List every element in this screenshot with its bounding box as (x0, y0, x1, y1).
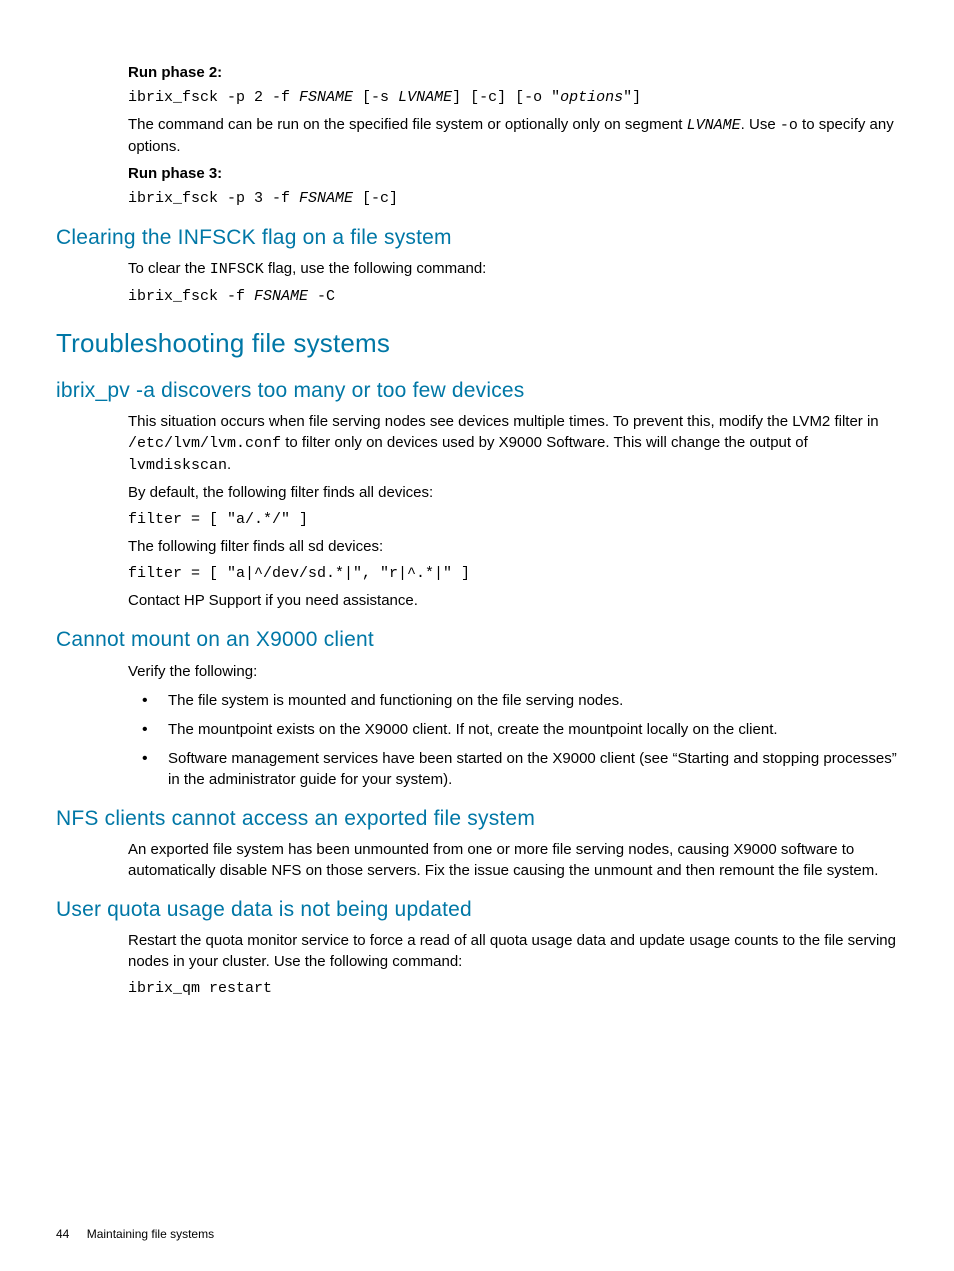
clearing-description: To clear the INFSCK flag, use the follow… (128, 258, 906, 280)
section-ibrix-pv: This situation occurs when file serving … (128, 411, 906, 611)
run-phase-3-label: Run phase 3: (128, 163, 906, 184)
quota-p1: Restart the quota monitor service to for… (128, 930, 906, 972)
ibrix-pv-p2: By default, the following filter finds a… (128, 482, 906, 503)
run-phase-2-label: Run phase 2: (128, 62, 906, 83)
heading-nfs-clients: NFS clients cannot access an exported fi… (56, 804, 906, 833)
nfs-p1: An exported file system has been unmount… (128, 839, 906, 881)
heading-ibrix-pv: ibrix_pv -a discovers too many or too fe… (56, 376, 906, 405)
section-user-quota: Restart the quota monitor service to for… (128, 930, 906, 999)
clearing-command: ibrix_fsck -f FSNAME -C (128, 286, 906, 307)
section-run-phase-3: Run phase 3: ibrix_fsck -p 3 -f FSNAME [… (128, 163, 906, 209)
heading-user-quota: User quota usage data is not being updat… (56, 895, 906, 924)
cannot-mount-intro: Verify the following: (128, 661, 906, 682)
ibrix-pv-p1: This situation occurs when file serving … (128, 411, 906, 476)
chapter-title: Maintaining file systems (87, 1227, 214, 1241)
ibrix-pv-p4: Contact HP Support if you need assistanc… (128, 590, 906, 611)
heading-clearing-infsck: Clearing the INFSCK flag on a file syste… (56, 223, 906, 252)
section-cannot-mount: Verify the following: The file system is… (128, 661, 906, 790)
cannot-mount-list: The file system is mounted and functioni… (128, 690, 906, 790)
list-item: The mountpoint exists on the X9000 clien… (160, 719, 906, 740)
heading-cannot-mount: Cannot mount on an X9000 client (56, 625, 906, 654)
ibrix-pv-filter2: filter = [ "a|^/dev/sd.*|", "r|^.*|" ] (128, 563, 906, 584)
list-item: Software management services have been s… (160, 748, 906, 790)
ibrix-pv-p3: The following filter finds all sd device… (128, 536, 906, 557)
section-run-phase-2: Run phase 2: ibrix_fsck -p 2 -f FSNAME [… (128, 62, 906, 157)
list-item: The file system is mounted and functioni… (160, 690, 906, 711)
heading-troubleshooting: Troubleshooting file systems (56, 325, 906, 361)
run-phase-2-description: The command can be run on the specified … (128, 114, 906, 157)
run-phase-2-command: ibrix_fsck -p 2 -f FSNAME [-s LVNAME] [-… (128, 87, 906, 108)
section-nfs-clients: An exported file system has been unmount… (128, 839, 906, 881)
ibrix-pv-filter1: filter = [ "a/.*/" ] (128, 509, 906, 530)
run-phase-3-command: ibrix_fsck -p 3 -f FSNAME [-c] (128, 188, 906, 209)
section-clearing-infsck: To clear the INFSCK flag, use the follow… (128, 258, 906, 307)
page-number: 44 (56, 1227, 69, 1241)
quota-command: ibrix_qm restart (128, 978, 906, 999)
page-footer: 44 Maintaining file systems (56, 1226, 214, 1243)
